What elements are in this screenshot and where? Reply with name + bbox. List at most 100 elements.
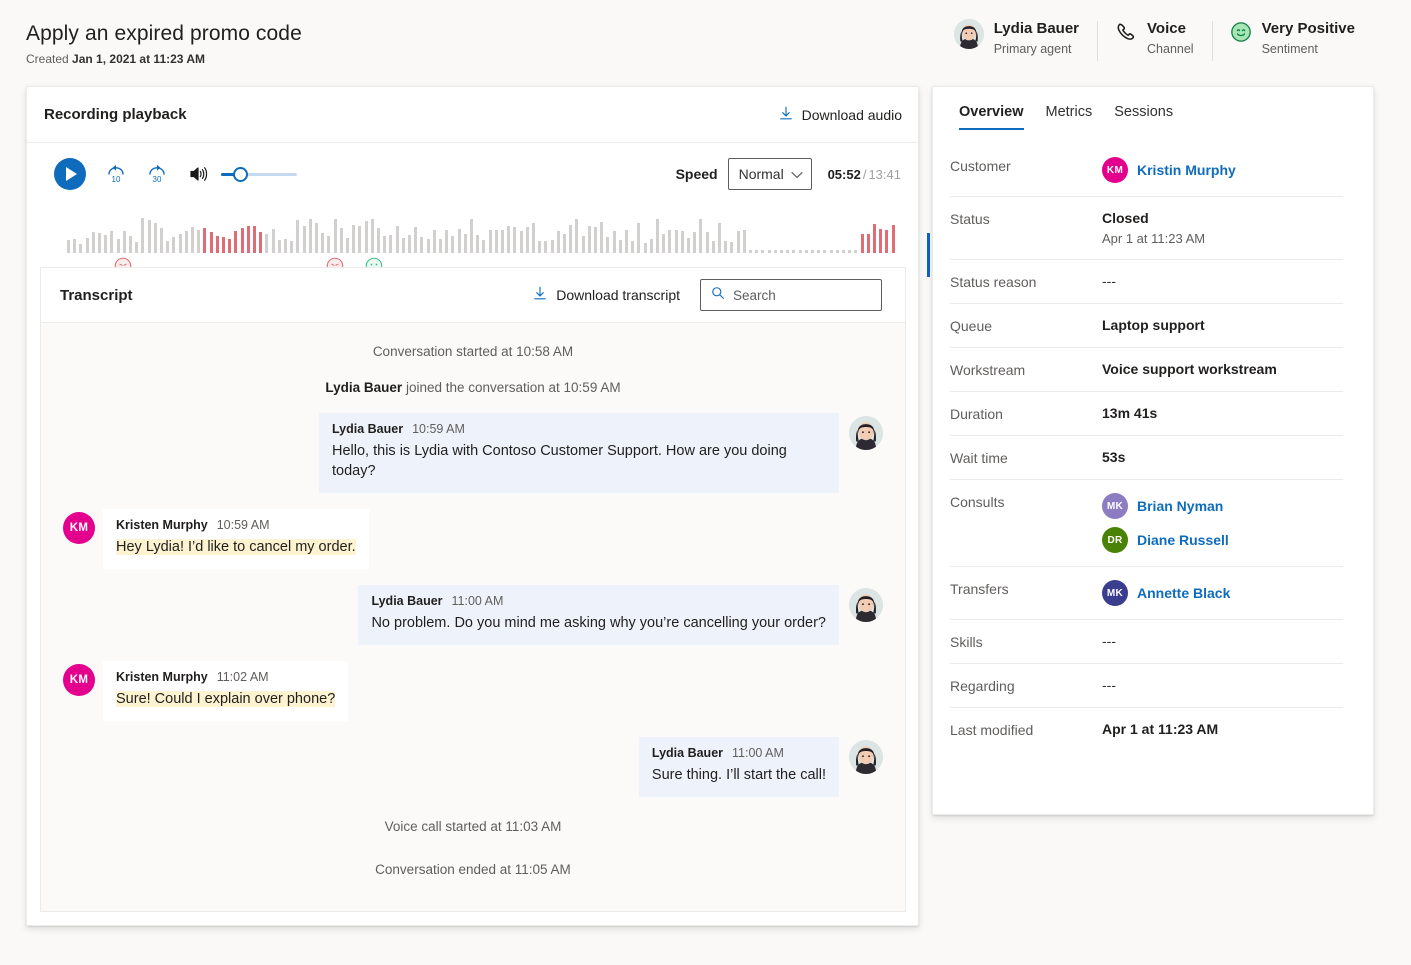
rewind-10-button[interactable]: 10 — [105, 163, 127, 185]
details-tabs: Overview Metrics Sessions — [933, 87, 1373, 130]
person-link[interactable]: MK Annette Black — [1102, 580, 1230, 606]
play-icon — [66, 167, 77, 181]
waveform-bar — [644, 243, 647, 253]
message-time: 10:59 AM — [412, 422, 465, 436]
chevron-down-icon — [791, 166, 803, 182]
download-icon — [779, 106, 793, 124]
avatar: DR — [1102, 527, 1128, 553]
waveform-bar — [135, 242, 138, 253]
message-text: Hey Lydia! I’d like to cancel my order. — [116, 539, 356, 555]
header-sentiment-value: Very Positive — [1262, 20, 1355, 38]
waveform-bar — [706, 232, 709, 253]
speed-value: Normal — [739, 166, 784, 182]
detail-label: Last modified — [950, 721, 1102, 738]
detail-value: --- — [1102, 677, 1116, 693]
waveform-playhead[interactable] — [927, 233, 930, 277]
total-time: 13:41 — [868, 167, 901, 182]
detail-label: Workstream — [950, 361, 1102, 378]
tab-sessions[interactable]: Sessions — [1114, 104, 1173, 130]
waveform-bar — [340, 228, 343, 253]
transcript-search-input[interactable] — [733, 288, 871, 303]
person-name[interactable]: Kristin Murphy — [1137, 162, 1236, 178]
message-speaker: Lydia Bauer — [652, 746, 723, 760]
person-link[interactable]: MKBrian Nyman — [1102, 493, 1229, 519]
transcript-search-box[interactable] — [700, 279, 882, 311]
waveform-bar — [637, 223, 640, 253]
download-transcript-button[interactable]: Download transcript — [533, 286, 680, 304]
detail-label: Transfers — [950, 580, 1102, 597]
waveform-bar — [470, 219, 473, 253]
message-speaker: Kristen Murphy — [116, 518, 208, 532]
message-text-wrap: No problem. Do you mind me asking why yo… — [371, 613, 826, 633]
waveform-bar — [730, 242, 733, 253]
avatar: KM — [63, 512, 95, 544]
person-name[interactable]: Brian Nyman — [1137, 498, 1223, 514]
play-button[interactable] — [54, 158, 86, 190]
transcript-message-row: Lydia Bauer10:59 AMHello, this is Lydia … — [41, 413, 905, 493]
waveform-bar — [675, 230, 678, 253]
waveform-bar — [606, 237, 609, 253]
waveform[interactable] — [67, 205, 901, 253]
person-link[interactable]: DR Diane Russell — [1102, 527, 1229, 553]
volume-knob[interactable] — [233, 167, 248, 182]
avatar: MK — [1102, 580, 1128, 606]
details-list: CustomerKMKristin MurphyStatusClosedApr … — [933, 130, 1373, 751]
transcript-system-line: Conversation ended at 11:05 AM — [41, 856, 905, 883]
waveform-bar — [433, 230, 436, 253]
waveform-bar — [216, 236, 219, 254]
waveform-gap-dot — [817, 250, 820, 253]
waveform-bar — [464, 234, 467, 253]
tab-overview[interactable]: Overview — [959, 104, 1024, 130]
waveform-gap-dot — [799, 250, 802, 253]
message-text: Sure thing. I’ll start the call! — [652, 767, 826, 783]
waveform-bar — [104, 235, 107, 253]
waveform-bar — [513, 227, 516, 253]
forward-30-button[interactable]: 30 — [146, 163, 168, 185]
search-icon — [711, 286, 725, 305]
waveform-bar — [867, 234, 870, 253]
transcript-body: Conversation started at 10:58 AMLydia Ba… — [41, 323, 905, 911]
waveform-bar — [79, 244, 82, 253]
volume-icon[interactable] — [188, 164, 208, 184]
person-name[interactable]: Diane Russell — [1137, 532, 1229, 548]
waveform-bar — [619, 240, 622, 253]
detail-primary-value: Voice support workstream — [1102, 361, 1277, 377]
waveform-bar — [191, 227, 194, 253]
waveform-bar — [681, 231, 684, 253]
transcript-system-line: Voice call started at 11:03 AM — [41, 813, 905, 840]
waveform-bar — [501, 230, 504, 253]
detail-primary-value: Laptop support — [1102, 317, 1205, 333]
message-time: 11:02 AM — [217, 670, 269, 684]
transcript-message-bubble: Kristen Murphy11:02 AMSure! Could I expl… — [103, 661, 348, 721]
waveform-bar — [98, 233, 101, 253]
tab-metrics[interactable]: Metrics — [1046, 104, 1093, 130]
created-line: Created Jan 1, 2021 at 11:23 AM — [26, 52, 302, 66]
person-link[interactable]: KMKristin Murphy — [1102, 157, 1236, 183]
transcript-title: Transcript — [60, 287, 133, 304]
speed-select[interactable]: Normal — [728, 158, 812, 190]
volume-slider[interactable] — [221, 164, 297, 184]
waveform-bar — [371, 219, 374, 253]
person-name[interactable]: Annette Black — [1137, 585, 1230, 601]
waveform-bar — [86, 238, 89, 253]
header-sentiment-label: Sentiment — [1262, 42, 1355, 56]
agent-avatar-icon — [954, 19, 984, 49]
waveform-bar — [489, 230, 492, 253]
recording-header: Recording playback Download audio — [27, 87, 918, 143]
detail-label: Skills — [950, 633, 1102, 650]
header-agent-name: Lydia Bauer — [994, 20, 1079, 38]
waveform-bar — [334, 219, 337, 253]
waveform-bar — [321, 233, 324, 253]
detail-row: WorkstreamVoice support workstream — [950, 348, 1343, 392]
waveform-bar — [358, 226, 361, 253]
waveform-gap-dot — [792, 250, 795, 253]
waveform-gap-dot — [823, 250, 826, 253]
message-meta: Lydia Bauer11:00 AM — [371, 594, 826, 608]
header-meta-agent-text: Lydia Bauer Primary agent — [994, 18, 1079, 56]
waveform-bar — [563, 234, 566, 253]
transcript-header: Transcript Download transcript — [41, 268, 905, 323]
download-audio-button[interactable]: Download audio — [779, 106, 902, 124]
waveform-bar — [414, 227, 417, 253]
waveform-bar — [873, 224, 876, 253]
waveform-bar — [92, 232, 95, 253]
